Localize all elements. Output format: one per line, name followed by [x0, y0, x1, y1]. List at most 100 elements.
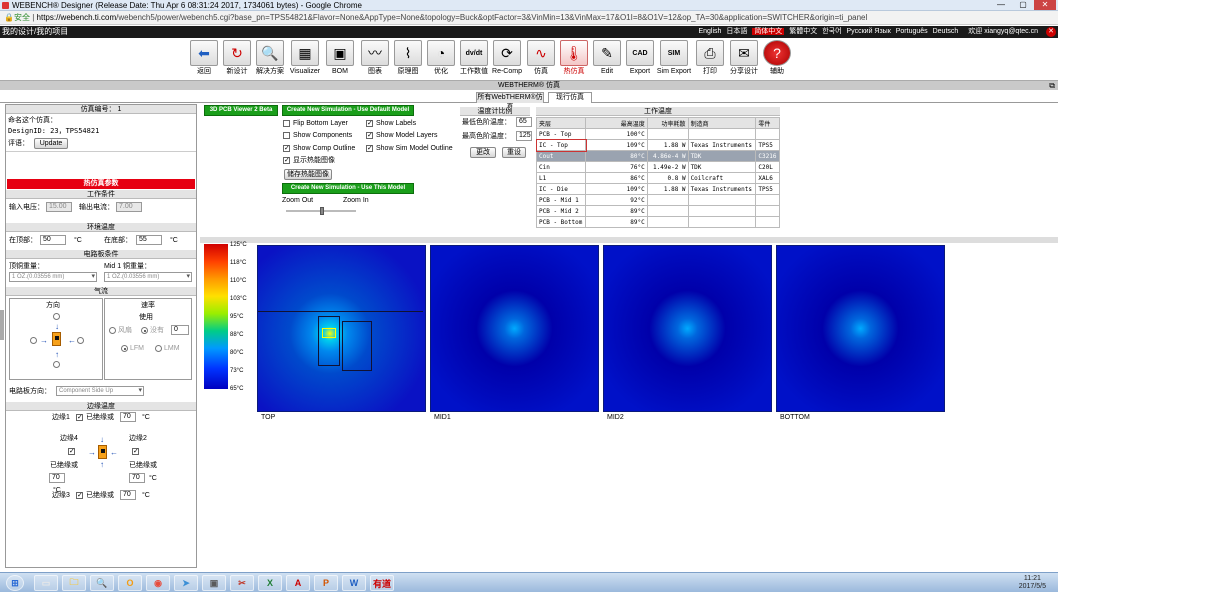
edge3-checkbox[interactable]: ✓ [76, 492, 83, 499]
welcome-user[interactable]: 欢迎 xiangyq@qtec.cn [968, 28, 1038, 35]
design-id[interactable]: DesignID: 23，TPS54821 [8, 127, 99, 136]
thermal-map-mid1[interactable] [430, 245, 599, 412]
min-scale-input[interactable]: 65 [516, 117, 532, 127]
show-labels-checkbox[interactable]: ✓ [366, 120, 373, 127]
taskbar-app-icon[interactable]: X [258, 575, 282, 591]
lang-portuguese[interactable]: Português [896, 28, 928, 35]
board-direction-select[interactable]: Component Side Up [56, 386, 144, 396]
edge2-input[interactable]: 70 [129, 473, 145, 483]
tab-all-simulations[interactable]: 所有WebTHERM®仿真 [476, 92, 544, 111]
speed-input[interactable]: 0 [171, 325, 189, 335]
taskbar-app-icon[interactable]: P [314, 575, 338, 591]
close-window-button[interactable]: ✕ [1034, 0, 1056, 10]
toolbar-button-7[interactable]: ◔ 优化 [426, 40, 456, 76]
fan-radio[interactable] [109, 327, 116, 334]
toolbar-button-6[interactable]: ⌇ 原理图 [393, 40, 423, 76]
toolbar-button-2[interactable]: 🔍 解决方案 [255, 40, 285, 76]
toolbar-button-5[interactable]: 〰图表 [360, 40, 390, 76]
lang-russian[interactable]: Русский Язык [847, 28, 891, 35]
direction-radio-right[interactable] [77, 337, 84, 344]
taskbar-app-icon[interactable]: A [286, 575, 310, 591]
show-sim-outline-checkbox[interactable]: ✓ [366, 145, 373, 152]
taskbar-app-icon[interactable]: W [342, 575, 366, 591]
thermal-map-top[interactable] [257, 245, 426, 412]
toolbar-button-16[interactable]: ✉ 分享设计 [729, 40, 759, 76]
show-thermal-image-checkbox[interactable]: ✓ [283, 157, 290, 164]
save-thermal-image-button[interactable]: 储存热能图像 [284, 169, 332, 180]
toolbar-button-11[interactable]: 🌡 热仿真 [559, 40, 589, 76]
thermal-map-mid2[interactable] [603, 245, 772, 412]
reset-button[interactable]: 重设 [502, 147, 526, 158]
show-comp-outline-checkbox[interactable]: ✓ [283, 145, 290, 152]
edge2-checkbox[interactable]: ✓ [132, 448, 139, 455]
toolbar-button-14[interactable]: SIM Sim Export [657, 40, 691, 76]
thermal-map-bottom[interactable] [776, 245, 945, 412]
lmm-radio[interactable] [155, 345, 162, 352]
system-clock[interactable]: 11:21 2017/5/5 [1019, 575, 1046, 591]
toolbar-button-1[interactable]: ↻ 新设计 [222, 40, 252, 76]
zoom-slider-thumb[interactable] [320, 207, 324, 215]
breadcrumb[interactable]: 我的设计/我的项目 [2, 27, 68, 37]
pin-icon[interactable]: ⧉ [1049, 81, 1055, 91]
new-sim-default-button[interactable]: Create New Simulation - Use Default Mode… [282, 105, 414, 116]
lfm-radio[interactable] [121, 345, 128, 352]
ambient-top-input[interactable]: 50 [40, 235, 66, 245]
toolbar-button-9[interactable]: ⟳ Re-Comp [492, 40, 522, 76]
close-icon[interactable]: ✕ [1046, 27, 1056, 37]
taskbar-app-icon[interactable]: ⊞ [6, 575, 24, 591]
taskbar-app-icon[interactable]: ◉ [146, 575, 170, 591]
address-bar[interactable]: 🔒 安全 | https://webench.ti.com/webench5/p… [0, 11, 1058, 25]
change-button[interactable]: 更改 [470, 147, 496, 158]
lang-korean[interactable]: 한국어 [822, 28, 841, 35]
max-scale-input[interactable]: 125 [516, 131, 532, 141]
taskbar-app-icon[interactable]: 有道 [370, 575, 394, 591]
pcb-viewer-button[interactable]: 3D PCB Viewer 2 Beta [204, 105, 278, 116]
taskbar-app-icon[interactable]: 🔍 [90, 575, 114, 591]
edge3-input[interactable]: 70 [120, 490, 136, 500]
mid-copper-select[interactable]: 1 OZ.(0.03556 mm) [104, 272, 192, 282]
toolbar-button-12[interactable]: ✎ Edit [592, 40, 622, 76]
direction-radio-bottom[interactable] [53, 361, 60, 368]
lang-simplified-chinese[interactable]: 简体中文 [752, 28, 785, 35]
toolbar-button-17[interactable]: ? 辅助 [762, 40, 792, 76]
direction-radio-left[interactable] [30, 337, 37, 344]
maximize-button[interactable]: ▢ [1012, 0, 1034, 10]
toolbar-button-0[interactable]: ⬅ 返回 [189, 40, 219, 76]
url-text[interactable]: 安全 | https://webench.ti.com/webench5/pow… [14, 13, 867, 23]
lang-traditional-chinese[interactable]: 繁體中文 [789, 28, 817, 35]
vin-input[interactable]: 15.00 [46, 202, 72, 212]
minimize-button[interactable]: — [990, 0, 1012, 10]
edge4-input[interactable]: 70 [49, 473, 65, 483]
taskbar-app-icon[interactable]: ➤ [174, 575, 198, 591]
toolbar-button-13[interactable]: CAD Export [625, 40, 655, 76]
update-button[interactable]: Update [34, 138, 68, 149]
panel-resize-handle[interactable] [0, 310, 4, 340]
splitter[interactable] [200, 237, 1058, 243]
show-components-checkbox[interactable] [283, 132, 290, 139]
lang-english[interactable]: English [698, 28, 721, 35]
direction-radio-top[interactable] [53, 313, 60, 320]
toolbar-button-4[interactable]: ▣ BOM [325, 40, 355, 76]
flip-bottom-checkbox[interactable] [283, 120, 290, 127]
taskbar-app-icon[interactable]: ✂ [230, 575, 254, 591]
lang-german[interactable]: Deutsch [933, 28, 959, 35]
taskbar-app-icon[interactable]: O [118, 575, 142, 591]
tab-current-simulation[interactable]: 现行仿真 [548, 92, 592, 103]
edge4-checkbox[interactable]: ✓ [68, 448, 75, 455]
taskbar-app-icon[interactable]: ▭ [34, 575, 58, 591]
top-copper-select[interactable]: 1 OZ.(0.03556 mm) [9, 272, 97, 282]
edge1-input[interactable]: 70 [120, 412, 136, 422]
none-radio[interactable] [141, 327, 148, 334]
taskbar-app-icon[interactable]: ▣ [202, 575, 226, 591]
new-sim-this-model-button[interactable]: Create New Simulation - Use This Model [282, 183, 414, 194]
show-model-layers-checkbox[interactable]: ✓ [366, 132, 373, 139]
toolbar-button-15[interactable]: ⎙ 打印 [695, 40, 725, 76]
edge1-checkbox[interactable]: ✓ [76, 414, 83, 421]
iout-input[interactable]: 7.00 [116, 202, 142, 212]
toolbar-button-8[interactable]: dv/dt 工作数值 [459, 40, 489, 76]
taskbar-app-icon[interactable]: 🗀 [62, 575, 86, 591]
toolbar-button-3[interactable]: ▦ Visualizer [290, 40, 320, 76]
ambient-bottom-input[interactable]: 55 [136, 235, 162, 245]
lang-japanese[interactable]: 日本語 [726, 28, 747, 35]
toolbar-button-10[interactable]: ∿ 仿真 [526, 40, 556, 76]
